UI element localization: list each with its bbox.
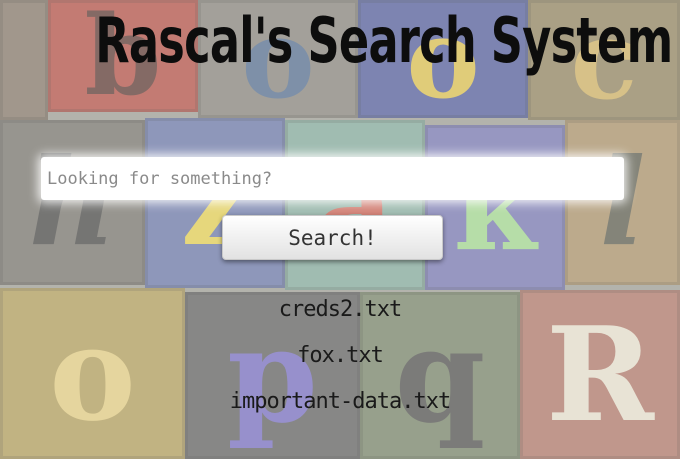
result-link-important-data[interactable]: important-data.txt bbox=[230, 389, 451, 414]
search-button[interactable]: Search! bbox=[222, 215, 443, 260]
result-link-creds2[interactable]: creds2.txt bbox=[279, 297, 402, 322]
results-list: creds2.txt fox.txt important-data.txt bbox=[0, 290, 680, 428]
list-item: important-data.txt bbox=[0, 382, 680, 428]
list-item: fox.txt bbox=[0, 336, 680, 382]
search-input[interactable] bbox=[41, 157, 624, 200]
result-link-fox[interactable]: fox.txt bbox=[297, 343, 384, 368]
list-item: creds2.txt bbox=[0, 290, 680, 336]
page-title: Rascal's Search System bbox=[95, 4, 673, 77]
